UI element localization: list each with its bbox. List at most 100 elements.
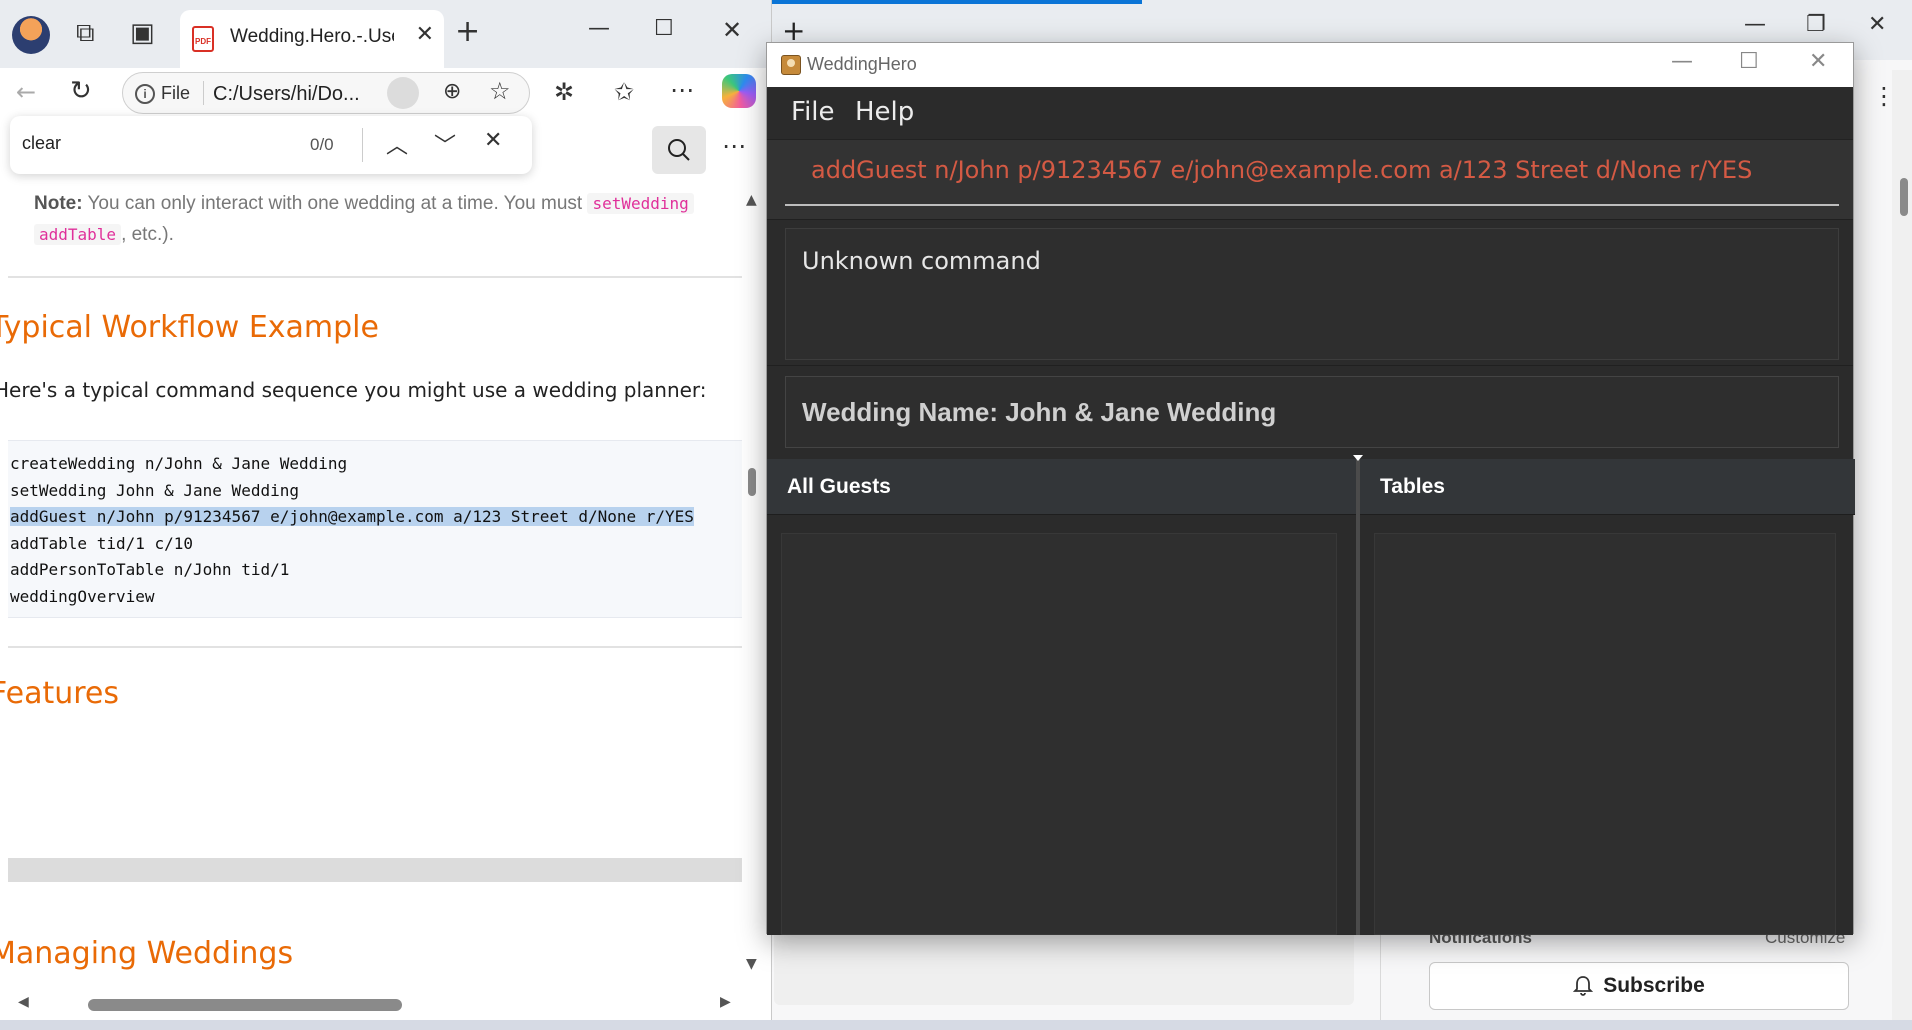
workspaces-icon[interactable]: ⧉ [76, 18, 95, 49]
pdf-file-icon: PDF [192, 26, 214, 52]
background-scroll-thumb[interactable] [1900, 178, 1908, 216]
code-line-selected: addGuest n/John p/91234567 e/john@exampl… [10, 507, 694, 526]
tables-panel-header: Tables [1360, 459, 1855, 515]
app-title-bar: WeddingHero — ☐ ✕ [767, 43, 1853, 87]
note-label: Note: [34, 193, 83, 214]
code-block: createWedding n/John & Jane Wedding setW… [8, 440, 742, 618]
vertical-tabs-icon[interactable]: ▣ [130, 18, 155, 48]
tables-panel: Tables [1360, 459, 1855, 935]
site-info-chip[interactable]: i File [135, 83, 190, 104]
minimize-icon[interactable]: — [588, 16, 610, 41]
pdf-search-button[interactable] [652, 126, 706, 174]
settings-more-icon[interactable]: ⋯ [670, 76, 694, 104]
address-book-icon [781, 55, 801, 75]
document-horizontal-scrollbar[interactable]: ◀ ▶ [0, 992, 744, 1014]
close-icon[interactable]: ✕ [722, 16, 742, 44]
scroll-down-icon[interactable]: ▼ [746, 956, 757, 972]
note-tail: , etc.). [121, 224, 174, 245]
new-tab-icon[interactable]: + [455, 14, 480, 49]
app-close-icon[interactable]: ✕ [1809, 49, 1827, 74]
scroll-left-icon[interactable]: ◀ [18, 994, 29, 1010]
menu-file[interactable]: File [791, 97, 835, 127]
heading-typical-workflow: Typical Workflow Example [0, 310, 379, 345]
pdf-more-options-icon[interactable]: ⋯ [722, 132, 746, 160]
address-toolbar: ← ↻ i File C:/Users/hi/Do... ⊕ ☆ ✲ ✩ ⋯ [0, 68, 771, 118]
restore-icon[interactable]: ❐ [1806, 12, 1826, 37]
back-icon[interactable]: ← [16, 78, 36, 106]
find-next-icon[interactable]: ﹀ [434, 128, 456, 160]
find-input[interactable]: clear [22, 133, 61, 154]
info-icon: i [135, 83, 155, 104]
find-close-icon[interactable]: ✕ [484, 128, 502, 153]
divider [8, 646, 742, 648]
favorites-icon[interactable]: ✩ [614, 78, 634, 106]
code-line: weddingOverview [10, 586, 155, 606]
note-paragraph: Note: You can only interact with one wed… [34, 188, 734, 250]
find-on-page-bar: clear 0/0 ︿ ﹀ ✕ [10, 116, 532, 174]
workflow-intro: Here's a typical command sequence you mi… [0, 378, 707, 402]
code-line: createWedding n/John & Jane Wedding [10, 454, 348, 473]
heading-managing-weddings: Managing Weddings [0, 936, 294, 971]
code-line: setWedding John & Jane Wedding [10, 480, 299, 500]
app-maximize-icon[interactable]: ☐ [1739, 49, 1759, 74]
scroll-up-icon[interactable]: ▲ [746, 192, 757, 208]
wedding-name-box: Wedding Name: John & Jane Wedding [785, 376, 1839, 448]
document-vertical-scrollbar[interactable]: ▲ ▼ [744, 182, 762, 982]
result-message: Unknown command [802, 247, 1041, 275]
page-break [8, 858, 742, 882]
guest-list[interactable] [781, 533, 1337, 935]
app-window-title: WeddingHero [807, 54, 917, 74]
close-icon[interactable]: ✕ [1868, 12, 1886, 37]
minimize-icon[interactable]: — [1744, 12, 1766, 37]
tab-close-icon[interactable]: ✕ [416, 22, 434, 47]
browser-window: ⧉ ▣ PDF Wedding.Hero.-.User ✕ + — ☐ ✕ ← … [0, 0, 772, 1020]
find-match-count: 0/0 [310, 135, 334, 154]
heading-features: Features [0, 676, 119, 711]
tables-panel-title: Tables [1380, 475, 1445, 498]
command-input[interactable]: addGuest n/John p/91234567 e/john@exampl… [811, 156, 1752, 184]
command-underline [785, 204, 1839, 206]
copilot-icon[interactable] [722, 74, 756, 108]
wedding-name-label: Wedding Name: John & Jane Wedding [802, 397, 1277, 427]
weddinghero-window: WeddingHero — ☐ ✕ File Help addGuest n/J… [766, 42, 1855, 935]
subscribe-label: Subscribe [1603, 974, 1705, 997]
extensions-icon[interactable]: ✲ [554, 78, 574, 106]
guests-panel-header: All Guests [767, 459, 1356, 515]
menu-help[interactable]: Help [855, 97, 914, 127]
find-previous-icon[interactable]: ︿ [386, 128, 408, 160]
address-url[interactable]: C:/Users/hi/Do... [213, 83, 360, 106]
guests-panel-title: All Guests [787, 475, 891, 498]
read-aloud-icon[interactable] [387, 77, 419, 109]
tab-bar: ⧉ ▣ PDF Wedding.Hero.-.User ✕ + — ☐ ✕ [0, 0, 771, 68]
result-display-area: Unknown command [767, 219, 1853, 360]
list-panels: All Guests Tables [767, 455, 1855, 935]
note-text: You can only interact with one wedding a… [82, 193, 588, 214]
scroll-right-icon[interactable]: ▶ [720, 994, 731, 1010]
profile-avatar[interactable] [12, 16, 50, 54]
code-line: addPersonToTable n/John tid/1 [10, 560, 290, 579]
app-minimize-icon[interactable]: — [1671, 49, 1693, 74]
pdf-document-view: Note: You can only interact with one wed… [0, 182, 744, 1002]
horizontal-scroll-thumb[interactable] [88, 999, 402, 1011]
guests-panel: All Guests [767, 459, 1356, 935]
vertical-scroll-thumb[interactable] [748, 468, 756, 496]
wedding-name-area: Wedding Name: John & Jane Wedding [767, 365, 1853, 453]
tab-title: Wedding.Hero.-.User [230, 26, 394, 47]
app-menu-bar: File Help [767, 87, 1853, 139]
maximize-icon[interactable]: ☐ [654, 16, 674, 41]
subscribe-button[interactable]: Subscribe [1429, 962, 1849, 1010]
table-list[interactable] [1374, 533, 1836, 935]
background-tab-accent [772, 0, 1142, 4]
divider [8, 276, 742, 278]
tab-wedding-hero-guide[interactable]: PDF Wedding.Hero.-.User ✕ [180, 10, 444, 68]
chip-separator [203, 81, 204, 105]
address-bar[interactable]: i File C:/Users/hi/Do... ⊕ ☆ [122, 72, 530, 114]
refresh-icon[interactable]: ↻ [70, 76, 92, 106]
search-icon [668, 139, 690, 161]
inline-code-addtable: addTable [34, 224, 122, 245]
favorite-star-icon[interactable]: ☆ [489, 77, 511, 105]
taskbar-strip [0, 1020, 1912, 1030]
command-box: addGuest n/John p/91234567 e/john@exampl… [767, 139, 1853, 219]
code-line: addTable tid/1 c/10 [10, 533, 194, 553]
zoom-icon[interactable]: ⊕ [443, 79, 461, 104]
